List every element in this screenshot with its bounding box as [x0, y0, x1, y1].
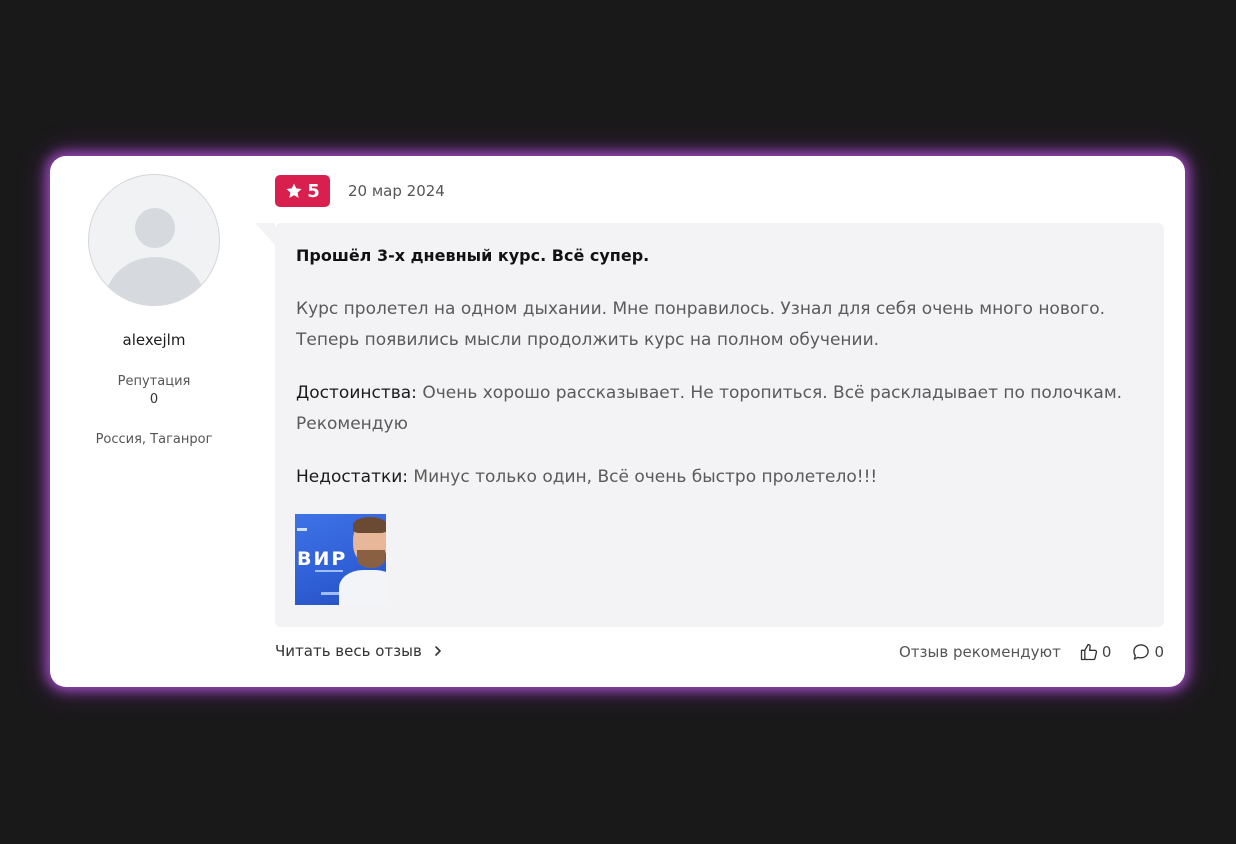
author-location: Россия, Таганрог [95, 432, 213, 447]
reputation-label: Репутация [117, 374, 191, 389]
review-actions: Отзыв рекомендуют 0 0 [899, 642, 1164, 662]
pros-label: Достоинства: [296, 383, 417, 403]
review-bubble: Прошёл 3-х дневный курс. Всё супер. Курс… [275, 223, 1164, 627]
read-more-label: Читать весь отзыв [275, 642, 422, 660]
review-card: alexejlm Репутация 0 Россия, Таганрог 5 … [50, 156, 1185, 687]
thumb-decor [297, 528, 307, 531]
review-text: Курс пролетел на одном дыхании. Мне понр… [296, 299, 1105, 350]
likes-count: 0 [1101, 643, 1112, 661]
thumb-decor [315, 570, 343, 572]
thumb-decor [321, 592, 341, 595]
rating-value: 5 [307, 180, 320, 202]
recommend-label: Отзыв рекомендуют [898, 643, 1061, 661]
avatar-torso [105, 257, 205, 305]
cons-text: Минус только один, Всё очень быстро прол… [413, 467, 878, 487]
review-pros: Достоинства: Очень хорошо рассказывает. … [296, 378, 1141, 440]
pros-text: Очень хорошо рассказывает. Не торопиться… [296, 383, 1123, 434]
review-photo-thumbnail[interactable]: ВИР [295, 514, 386, 605]
like-button[interactable]: 0 [1079, 642, 1112, 662]
comment-button[interactable]: 0 [1131, 642, 1164, 662]
cons-label: Недостатки: [296, 467, 409, 487]
bubble-tail [255, 223, 275, 245]
review-date: 20 мар 2024 [348, 182, 445, 200]
author-username[interactable]: alexejlm [50, 331, 258, 349]
user-avatar-icon[interactable] [88, 174, 220, 306]
star-icon [286, 183, 302, 198]
thumb-person-hair [353, 517, 386, 533]
thumbs-up-icon [1080, 643, 1098, 661]
thumb-person-shirt [339, 570, 386, 605]
thumb-text: ВИР [297, 548, 348, 570]
review-title: Прошёл 3-х дневный курс. Всё супер. [296, 246, 650, 265]
comments-count: 0 [1154, 643, 1164, 661]
chevron-right-icon [435, 646, 441, 656]
reputation-value: 0 [149, 392, 159, 407]
comment-icon [1133, 644, 1150, 660]
review-cons: Недостатки: Минус только один, Всё очень… [296, 462, 1141, 493]
read-full-review-link[interactable]: Читать весь отзыв [275, 642, 442, 660]
avatar-head [135, 208, 175, 248]
rating-badge: 5 [275, 175, 330, 207]
thumb-person-beard [357, 550, 385, 568]
